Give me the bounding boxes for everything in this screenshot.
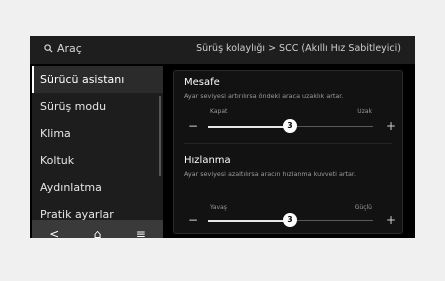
sidebar-item-drive-mode[interactable]: Sürüş modu: [32, 93, 163, 120]
acceleration-title: Hızlanma: [184, 155, 231, 166]
section-divider: [184, 143, 392, 144]
bottom-nav-bar: < ⌂ ≡: [32, 220, 163, 238]
acceleration-slider-fill: [208, 220, 290, 222]
acceleration-increase-button[interactable]: +: [386, 214, 396, 226]
search-icon: [44, 44, 53, 53]
acceleration-decrease-button[interactable]: −: [188, 214, 198, 226]
acceleration-min-label: Yavaş: [210, 204, 227, 211]
acceleration-max-label: Güçlü: [354, 204, 372, 211]
distance-description: Ayar seviyesi artırılırsa öndeki araca u…: [184, 92, 344, 100]
distance-slider-fill: [208, 126, 290, 128]
distance-decrease-button[interactable]: −: [188, 120, 198, 132]
distance-title: Mesafe: [184, 77, 220, 88]
sidebar-item-climate[interactable]: Klima: [32, 120, 163, 147]
search-button[interactable]: Araç: [44, 42, 82, 55]
sidebar-item-driver-assistance[interactable]: Sürücü asistanı: [32, 66, 163, 93]
sidebar-item-lighting[interactable]: Aydınlatma: [32, 174, 163, 201]
acceleration-description: Ayar seviyesi azaltılırsa aracın hızlanm…: [184, 170, 356, 178]
infotainment-screen: Araç Sürüş kolaylığı > SCC (Akıllı Hız S…: [30, 36, 415, 238]
distance-slider-knob[interactable]: 3: [283, 119, 297, 133]
sidebar-item-seat[interactable]: Koltuk: [32, 147, 163, 174]
home-icon[interactable]: ⌂: [94, 227, 102, 238]
sidebar-scrollbar[interactable]: [159, 96, 161, 176]
sidebar: Sürücü asistanı Sürüş modu Klima Koltuk …: [32, 66, 163, 238]
distance-min-label: Kapat: [210, 108, 228, 115]
distance-increase-button[interactable]: +: [386, 120, 396, 132]
distance-max-label: Uzak: [357, 108, 372, 115]
top-bar: Araç Sürüş kolaylığı > SCC (Akıllı Hız S…: [30, 36, 415, 64]
acceleration-slider-knob[interactable]: 3: [283, 213, 297, 227]
search-label: Araç: [57, 42, 82, 55]
menu-icon[interactable]: ≡: [136, 227, 146, 238]
back-icon[interactable]: <: [49, 227, 59, 238]
settings-panel: Mesafe Ayar seviyesi artırılırsa öndeki …: [173, 70, 403, 234]
breadcrumb: Sürüş kolaylığı > SCC (Akıllı Hız Sabitl…: [196, 43, 401, 54]
